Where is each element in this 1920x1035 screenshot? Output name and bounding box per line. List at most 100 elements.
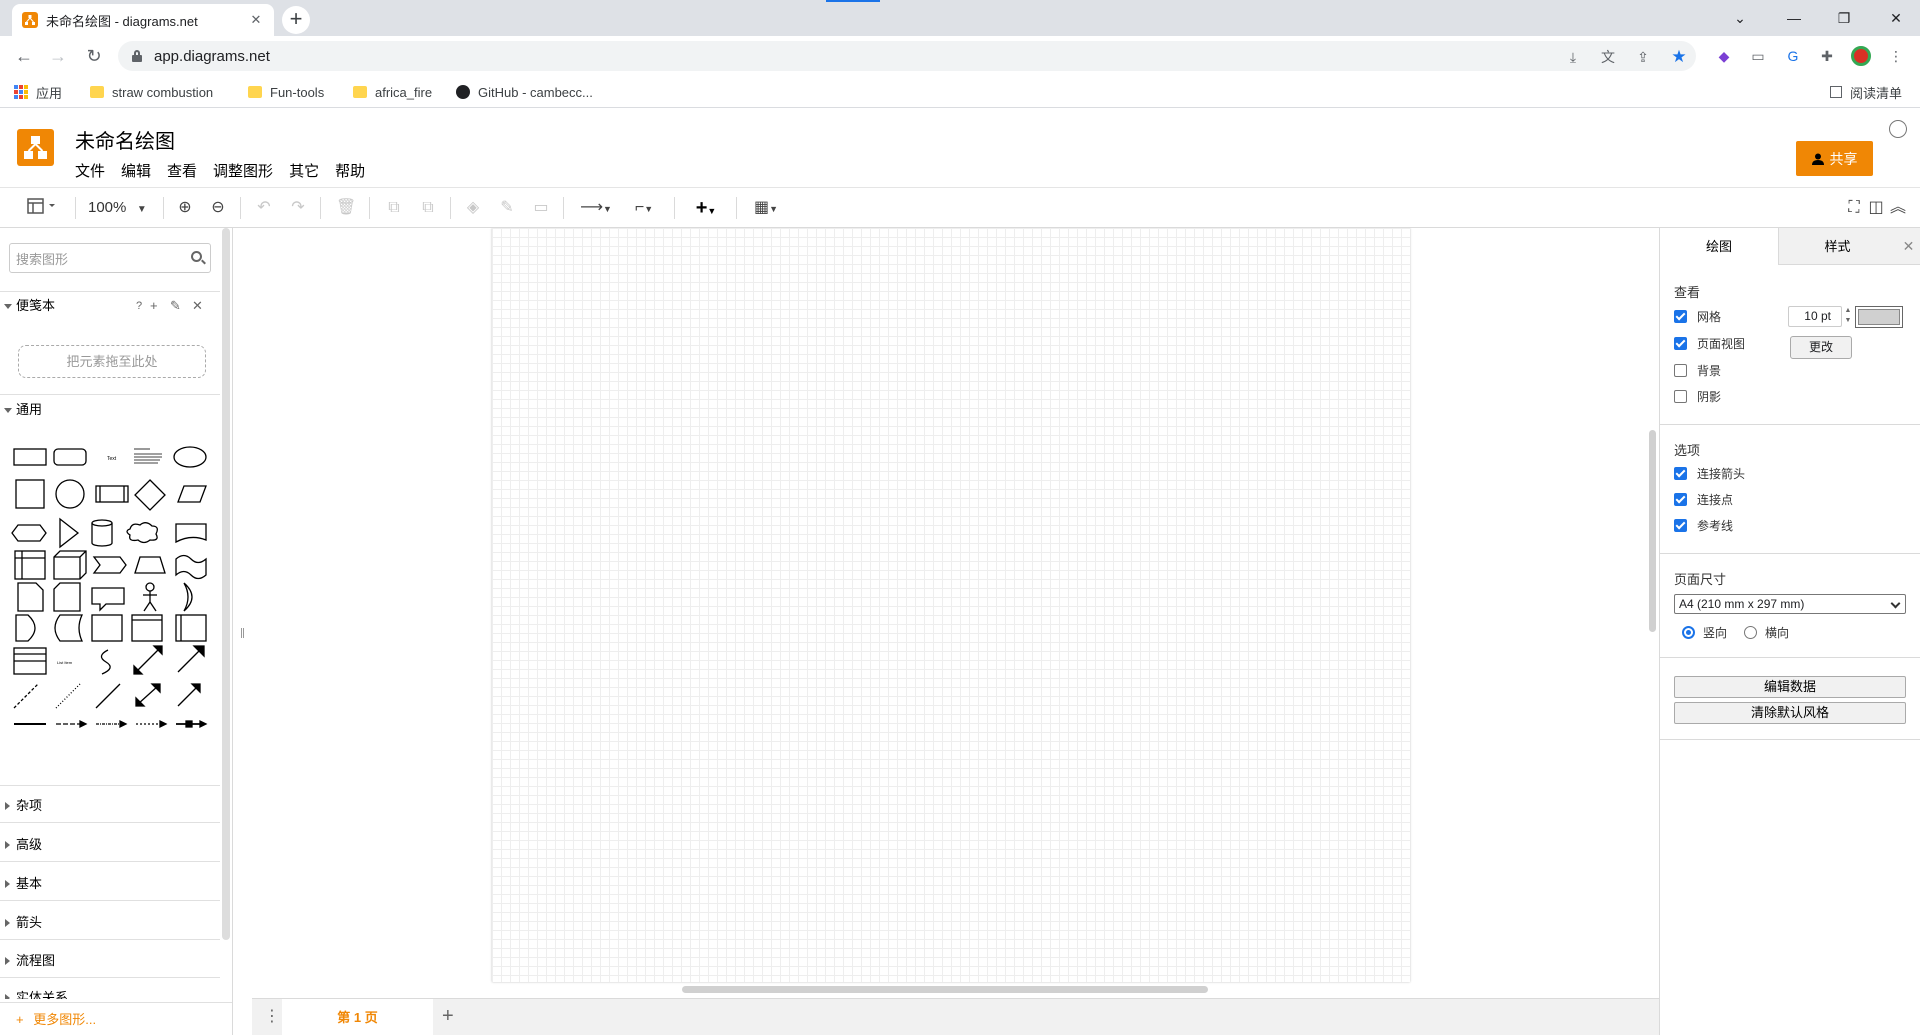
add-icon[interactable]: + xyxy=(150,293,158,319)
to-front-icon[interactable]: ⧉ xyxy=(384,198,404,218)
new-tab-button[interactable]: + xyxy=(282,6,310,34)
shape-connector-dashed[interactable] xyxy=(56,719,88,729)
shape-tape[interactable] xyxy=(175,554,207,580)
browser-tab[interactable]: 未命名绘图 - diagrams.net ✕ xyxy=(12,4,274,36)
shape-diamond[interactable] xyxy=(134,479,166,511)
tab-search-icon[interactable]: ⌄ xyxy=(1717,4,1763,32)
insert-icon[interactable]: +▼ xyxy=(688,198,724,218)
sidebar-resize-handle[interactable] xyxy=(241,628,244,638)
vertical-scrollbar[interactable] xyxy=(1649,430,1656,632)
grid-color-picker[interactable] xyxy=(1855,306,1903,328)
shape-cube[interactable] xyxy=(53,550,87,580)
tab-diagram[interactable]: 绘图 xyxy=(1660,228,1778,265)
format-panel-icon[interactable]: ◫ xyxy=(1866,198,1886,218)
shape-connector-label[interactable] xyxy=(136,719,168,729)
extensions-puzzle-icon[interactable]: ✚ xyxy=(1817,46,1837,66)
section-scratchpad[interactable]: 便笺本 ? + ✎ ✕ xyxy=(0,293,220,319)
shape-data-storage[interactable] xyxy=(54,614,84,642)
connection-points-checkbox[interactable] xyxy=(1674,492,1687,506)
shape-dashed-line[interactable] xyxy=(13,683,39,709)
diagram-canvas[interactable] xyxy=(252,228,1659,998)
shape-callout[interactable] xyxy=(91,587,125,612)
extension-pocket-icon[interactable]: ◆ xyxy=(1714,46,1734,66)
shape-swimlane[interactable] xyxy=(131,614,163,642)
share-page-icon[interactable]: ⇪ xyxy=(1634,48,1652,66)
change-background-button[interactable]: 更改 xyxy=(1790,336,1852,359)
close-window-button[interactable]: ✕ xyxy=(1873,4,1919,32)
install-app-icon[interactable]: ⤓ xyxy=(1564,48,1582,66)
connection-arrows-checkbox[interactable] xyxy=(1674,466,1687,480)
delete-icon[interactable]: 🗑 xyxy=(336,198,356,218)
shape-connector-dotdash[interactable] xyxy=(96,719,128,729)
scratchpad-drop-zone[interactable]: 把元素拖至此处 xyxy=(18,345,206,378)
shape-hexagon[interactable] xyxy=(11,524,47,542)
grid-option[interactable]: 网格 xyxy=(1674,307,1721,325)
shape-list[interactable] xyxy=(13,647,47,675)
section-arrows[interactable]: 箭头 xyxy=(0,910,220,936)
shape-document[interactable] xyxy=(175,523,207,544)
shape-container[interactable] xyxy=(91,614,123,642)
bookmark-fun-tools[interactable]: Fun-tools xyxy=(248,83,324,101)
restore-button[interactable]: ❐ xyxy=(1821,4,1867,32)
line-color-icon[interactable]: ✎ xyxy=(497,198,517,218)
page-size-select[interactable]: A4 (210 mm x 297 mm) xyxy=(1674,594,1906,614)
shape-connector-block[interactable] xyxy=(176,719,208,729)
back-icon[interactable]: ← xyxy=(12,44,36,68)
shape-bidirectional-connector[interactable] xyxy=(135,683,161,707)
sidebar-scrollbar[interactable] xyxy=(222,228,230,940)
tab-close-icon[interactable]: ✕ xyxy=(248,12,264,28)
connection-style-icon[interactable]: ⟶▼ xyxy=(578,198,614,218)
more-shapes-button[interactable]: + 更多图形... xyxy=(0,1002,232,1035)
landscape-radio[interactable] xyxy=(1744,625,1757,639)
bookmark-github[interactable]: GitHub - cambecc... xyxy=(456,83,593,101)
search-icon[interactable] xyxy=(191,251,202,262)
grid-checkbox[interactable] xyxy=(1674,309,1687,323)
clear-default-style-button[interactable]: 清除默认风格 xyxy=(1674,702,1906,724)
tab-style[interactable]: 样式 xyxy=(1778,228,1896,265)
grid-size-input[interactable]: 10 pt xyxy=(1788,306,1842,327)
menu-arrange[interactable]: 调整图形 xyxy=(213,160,273,181)
translate-icon[interactable]: 文 xyxy=(1599,48,1617,66)
fullscreen-icon[interactable]: ⛶ xyxy=(1844,198,1864,218)
diagram-page[interactable] xyxy=(492,228,1410,982)
shape-cylinder[interactable] xyxy=(91,519,113,547)
page-view-option[interactable]: 页面视图 xyxy=(1674,334,1745,352)
table-icon[interactable]: ▦▼ xyxy=(748,198,784,218)
guides-option[interactable]: 参考线 xyxy=(1674,516,1733,534)
lock-icon[interactable] xyxy=(132,50,142,62)
menu-edit[interactable]: 编辑 xyxy=(121,160,151,181)
connection-arrows-option[interactable]: 连接箭头 xyxy=(1674,464,1745,482)
shape-ellipse[interactable] xyxy=(173,446,207,468)
zoom-out-icon[interactable]: ⊖ xyxy=(208,198,228,218)
share-button[interactable]: 共享 xyxy=(1796,141,1873,176)
bookmark-star-icon[interactable]: ★ xyxy=(1670,48,1688,66)
diagrams-logo-icon[interactable] xyxy=(17,129,54,166)
section-general[interactable]: 通用 xyxy=(0,397,220,423)
section-flowchart[interactable]: 流程图 xyxy=(0,948,220,974)
bookmark-straw-combustion[interactable]: straw combustion xyxy=(90,83,213,101)
menu-extras[interactable]: 其它 xyxy=(289,160,319,181)
collapse-icon[interactable]: ︽ xyxy=(1888,198,1908,218)
section-entity-relation[interactable]: 实体关系 xyxy=(0,985,220,999)
section-basic[interactable]: 基本 xyxy=(0,871,220,897)
shape-parallelogram[interactable] xyxy=(177,485,207,503)
shape-line[interactable] xyxy=(95,683,121,709)
shape-internal-storage[interactable] xyxy=(14,550,46,580)
fill-color-icon[interactable]: ◈ xyxy=(463,198,483,218)
menu-help[interactable]: 帮助 xyxy=(335,160,365,181)
shape-list-item[interactable]: List Item xyxy=(57,660,73,665)
to-back-icon[interactable]: ⧉ xyxy=(418,198,438,218)
shape-text[interactable]: Text xyxy=(107,456,117,462)
shape-or[interactable] xyxy=(183,582,193,612)
close-icon[interactable]: ✕ xyxy=(192,293,203,319)
zoom-dropdown[interactable]: 100% ▼ xyxy=(88,198,150,218)
extension-translate-icon[interactable]: G xyxy=(1783,46,1803,66)
shape-rectangle[interactable] xyxy=(13,448,47,466)
zoom-in-icon[interactable]: ⊕ xyxy=(175,198,195,218)
shape-trapezoid[interactable] xyxy=(134,556,166,574)
omnibox[interactable]: app.diagrams.net ⤓ 文 ⇪ ★ xyxy=(118,41,1696,71)
connection-points-option[interactable]: 连接点 xyxy=(1674,490,1733,508)
portrait-radio[interactable] xyxy=(1682,625,1695,639)
reload-icon[interactable]: ↻ xyxy=(82,44,106,68)
shape-cloud[interactable] xyxy=(126,522,158,544)
